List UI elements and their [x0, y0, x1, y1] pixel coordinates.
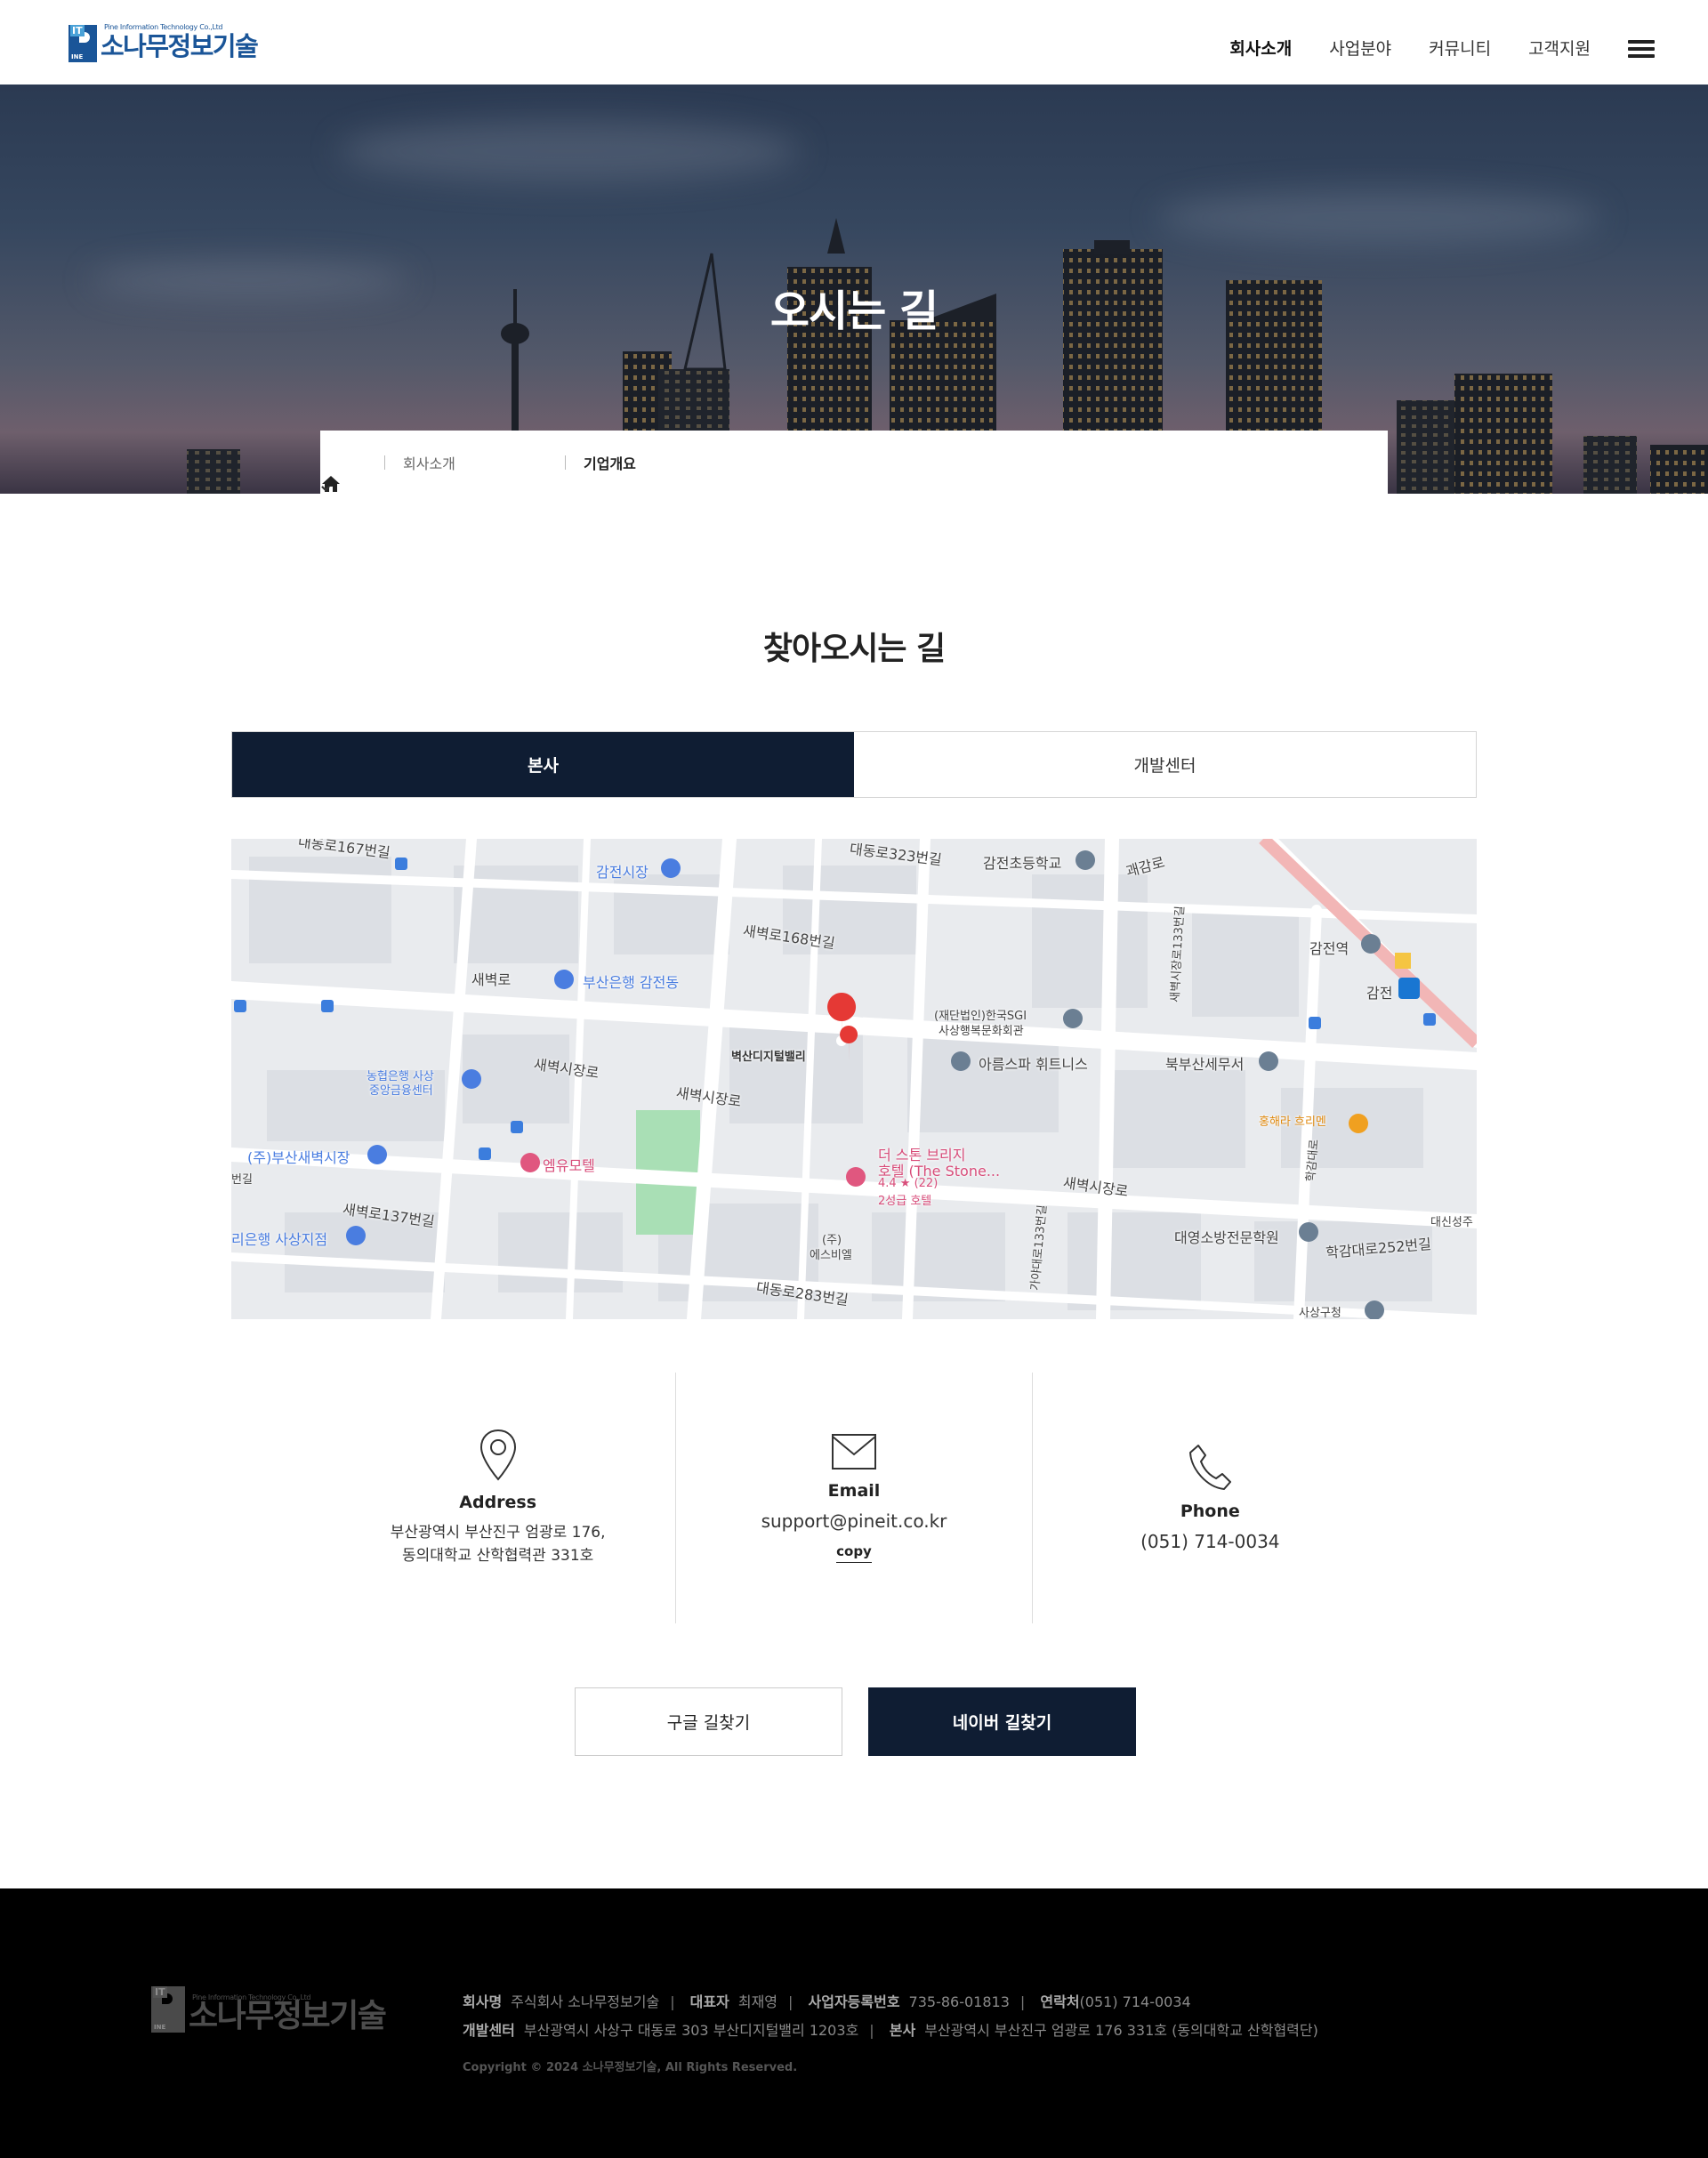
location-map[interactable]: 대동로167번길 감전시장 대동로323번길 감전초등학교 괘감로 새벽로168…: [231, 839, 1477, 1319]
footer-label-bizno: 사업자등록번호: [808, 1993, 900, 2010]
tab-headquarters[interactable]: 본사: [232, 732, 854, 797]
map-label: 사상구청: [1299, 1307, 1341, 1319]
breadcrumb-level1-label: 회사소개: [403, 455, 455, 472]
footer-logo-english: Pine Information Technology Co.,Ltd: [192, 1993, 311, 2001]
tab-dev-center[interactable]: 개발센터: [854, 732, 1476, 797]
footer-devcenter: 부산광역시 사상구 대동로 303 부산디지털밸리 1203호: [523, 2022, 859, 2039]
address-line1: 부산광역시 부산진구 엄광로 176,: [390, 1524, 606, 1542]
map-label: 감전역: [1309, 940, 1349, 957]
location-pin-icon: [479, 1429, 516, 1481]
address-block: Address 부산광역시 부산진구 엄광로 176, 동의대학교 산학협력관 …: [320, 1373, 675, 1623]
mail-icon: [831, 1434, 876, 1470]
map-label: 리은행 사상지점: [231, 1231, 328, 1248]
nav-item-company[interactable]: 회사소개: [1229, 25, 1292, 73]
email-block: Email support@pineit.co.kr copy: [675, 1373, 1031, 1623]
footer-label-contact: 연락처: [1040, 1993, 1080, 2010]
footer-copyright: Copyright © 2024 소나무정보기술, All Rights Res…: [463, 2061, 798, 2074]
footer-company: 주식회사 소나무정보기술: [511, 1993, 660, 2010]
map-label: 에스비엘: [810, 1249, 852, 1262]
google-directions-button[interactable]: 구글 길찾기: [575, 1687, 842, 1756]
footer-company-info: 회사명 주식회사 소나무정보기술 | 대표자 최재영 | 사업자등록번호 735-86-0…: [463, 1993, 1318, 2039]
map-label: 북부산세무서: [1165, 1056, 1245, 1073]
phone-title: Phone: [1180, 1502, 1240, 1521]
footer-hq: 부산광역시 부산진구 엄광로 176 331호 (동의대학교 산학협력단): [924, 2022, 1318, 2039]
address-value: 부산광역시 부산진구 엄광로 176, 동의대학교 산학협력관 331호: [391, 1521, 606, 1567]
site-header: IT INE Pine Information Technology Co.,L…: [0, 0, 1708, 85]
site-footer: IT INE Pine Information Technology Co.,L…: [0, 1888, 1708, 2158]
footer-label-devcenter: 개발센터: [463, 2022, 515, 2039]
footer-bizno: 735-86-01813: [908, 1993, 1010, 2010]
nav-item-community[interactable]: 커뮤니티: [1429, 25, 1491, 73]
footer-label-hq: 본사: [889, 2022, 916, 2039]
logo-korean-name: 소나무정보기술: [101, 31, 259, 61]
email-value: support@pineit.co.kr: [761, 1510, 947, 1532]
naver-directions-button[interactable]: 네이버 길찾기: [868, 1687, 1136, 1756]
map-label: 감전시장: [596, 864, 649, 881]
logo-mark-ine: INE: [71, 53, 84, 60]
main-nav: 회사소개 사업분야 커뮤니티 고객지원: [1192, 25, 1655, 73]
map-label: 번길: [231, 1173, 253, 1187]
map-label: 부산은행 감전동: [583, 974, 680, 991]
map-label: 4.4 ★ (22): [878, 1177, 939, 1190]
map-label: 홍해라 흐리멘: [1259, 1115, 1326, 1129]
map-label: 대신성주: [1430, 1216, 1473, 1229]
footer-label-ceo: 대표자: [689, 1993, 729, 2010]
breadcrumb-dropdown-overview[interactable]: 기업개요: [321, 452, 713, 492]
map-label: 벽산디지털밸리: [731, 1051, 806, 1064]
phone-value: (051) 714-0034: [1140, 1531, 1280, 1552]
logo-mark-icon: IT INE: [151, 1986, 185, 2033]
address-line2: 동의대학교 산학협력관 331호: [402, 1547, 594, 1565]
footer-logo-korean: 소나무정보기술: [189, 1998, 387, 2034]
map-label: 대영소방전문학원: [1174, 1229, 1279, 1246]
footer-ceo: 최재영: [737, 1993, 778, 2010]
map-label: 엠유모텔: [543, 1157, 595, 1174]
phone-block: Phone (051) 714-0034: [1031, 1373, 1388, 1623]
address-title: Address: [459, 1493, 537, 1512]
breadcrumb-level2-label: 기업개요: [584, 455, 636, 472]
logo-mark-ine: INE: [154, 2024, 166, 2031]
map-label: 감전: [1366, 985, 1393, 1002]
map-label: 2성급 호텔: [878, 1195, 932, 1208]
phone-icon: [1189, 1445, 1232, 1490]
logo-mark-it: IT: [70, 25, 85, 36]
copy-email-button[interactable]: copy: [836, 1543, 872, 1563]
chevron-down-icon: [321, 486, 330, 492]
footer-label-company: 회사명: [463, 1993, 503, 2010]
footer-logo-text: Pine Information Technology Co.,Ltd 소나무정…: [189, 1993, 387, 2034]
hero-banner: 오시는 길 회사소개 기업개요: [0, 85, 1708, 494]
menu-icon[interactable]: [1628, 38, 1655, 60]
map-label: 중앙금융센터: [369, 1084, 433, 1098]
breadcrumb: 회사소개 기업개요: [320, 431, 1388, 494]
logo-text: Pine Information Technology Co.,Ltd 소나무정…: [101, 23, 259, 62]
page-title: 오시는 길: [769, 286, 939, 336]
map-label: (주)부산새벽시장: [247, 1149, 350, 1166]
section-title: 찾아오시는 길: [762, 631, 946, 667]
footer-contact: (051) 714-0034: [1079, 1993, 1191, 2010]
logo-mark-icon: IT INE: [68, 25, 97, 62]
email-title: Email: [827, 1481, 881, 1501]
breadcrumb-dropdown-company[interactable]: 회사소개: [321, 452, 528, 492]
map-label: 아름스파 휘트니스: [979, 1056, 1088, 1073]
footer-logo[interactable]: IT INE Pine Information Technology Co.,L…: [151, 1986, 387, 2034]
logo-mark-it: IT: [153, 1986, 167, 1998]
nav-item-business[interactable]: 사업분야: [1329, 25, 1391, 73]
contact-info: Address 부산광역시 부산진구 엄광로 176, 동의대학교 산학협력관 …: [320, 1373, 1388, 1623]
location-tabs: 본사 개발센터: [231, 731, 1477, 798]
map-label: 사상행복문화회관: [939, 1025, 1024, 1038]
map-label: 새벽로: [471, 971, 512, 988]
logo-english-name: Pine Information Technology Co.,Ltd: [104, 23, 223, 31]
nav-item-support[interactable]: 고객지원: [1528, 25, 1591, 73]
site-logo[interactable]: IT INE Pine Information Technology Co.,L…: [68, 21, 259, 62]
map-label: 감전초등학교: [983, 855, 1062, 872]
